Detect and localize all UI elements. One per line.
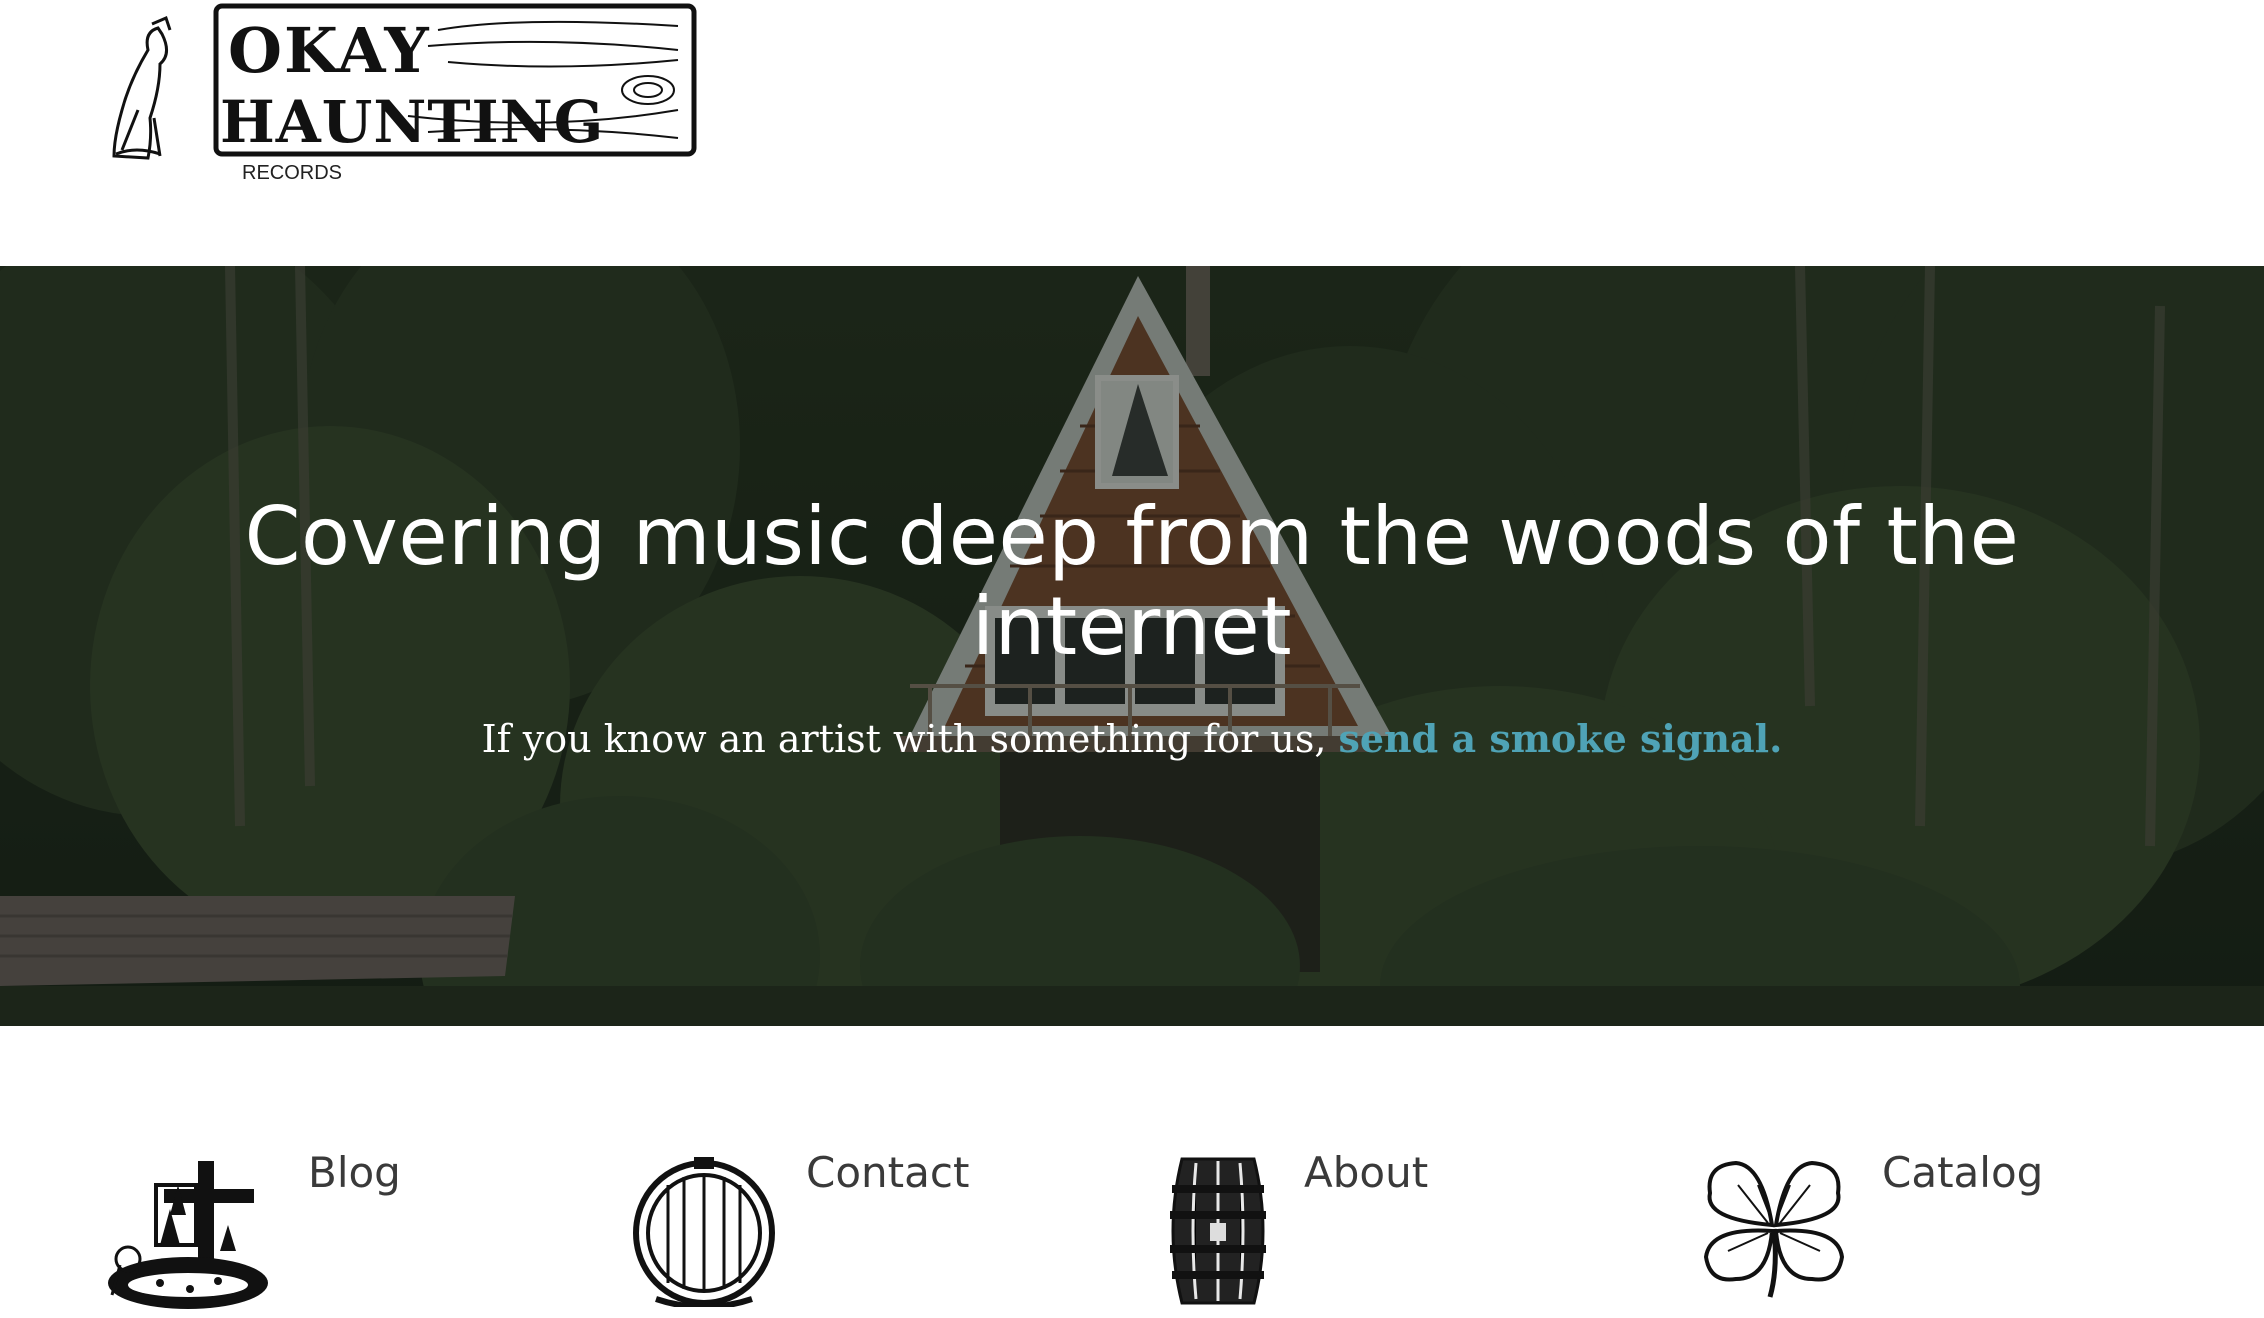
nav-card-contact[interactable]: Contact <box>632 1100 1132 1318</box>
barrel-end-icon <box>633 1157 775 1307</box>
nav-catalog-link[interactable]: Catalog <box>1882 1148 2043 1197</box>
site-header: OKAY HAUNTING RECORDS <box>0 0 2264 266</box>
nav-about-link[interactable]: About <box>1304 1148 1428 1197</box>
four-leaf-clover-icon <box>1703 1160 1845 1298</box>
nav-blog-link[interactable]: Blog <box>308 1148 401 1197</box>
hero-subtitle: If you know an artist with something for… <box>232 714 2032 764</box>
logo-text-okay: OKAY <box>228 14 431 87</box>
nav-card-about[interactable]: About <box>1166 1100 1666 1318</box>
hero-subtitle-text: If you know an artist with something for… <box>481 717 1339 761</box>
nav-card-catalog[interactable]: Catalog <box>1698 1100 2198 1318</box>
hero-title: Covering music deep from the woods of th… <box>244 490 2020 673</box>
hero-banner: Covering music deep from the woods of th… <box>0 266 2264 1026</box>
grave-cross-icon <box>108 1161 268 1309</box>
nav-card-blog[interactable]: Blog <box>100 1100 600 1318</box>
site-logo[interactable]: OKAY HAUNTING RECORDS <box>108 0 698 190</box>
barrel-icon <box>1170 1157 1266 1305</box>
feature-nav: Blog Contact About Catalog <box>0 1100 2264 1318</box>
logo-text-haunting: HAUNTING <box>220 88 604 156</box>
smoke-signal-link[interactable]: send a smoke signal. <box>1338 716 1782 761</box>
nav-contact-link[interactable]: Contact <box>806 1148 969 1197</box>
logo-emblem-icon: OKAY HAUNTING <box>112 3 697 160</box>
logo-records-label: RECORDS <box>242 162 343 184</box>
